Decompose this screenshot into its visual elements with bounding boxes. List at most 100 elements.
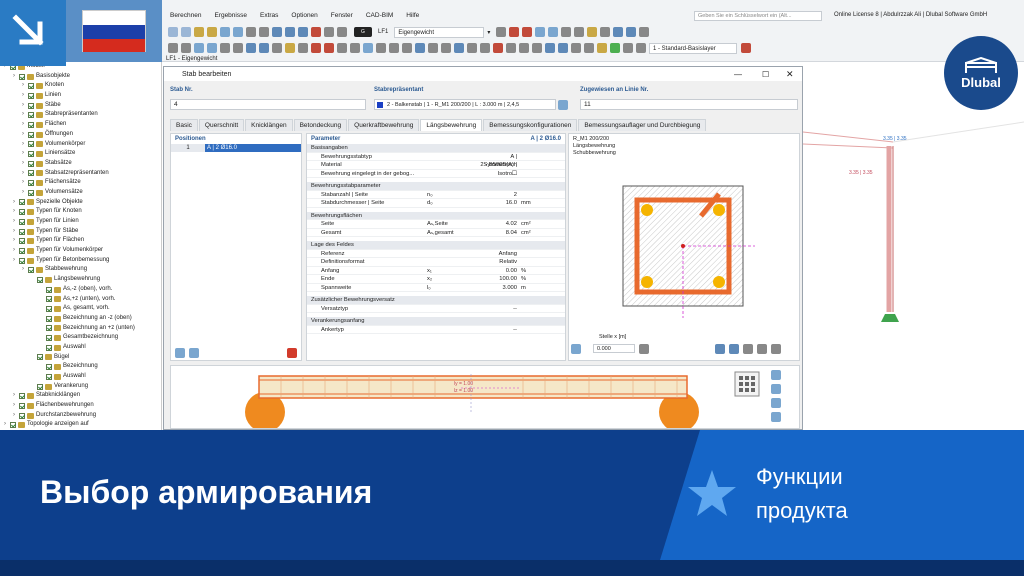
- tool-icon[interactable]: [181, 43, 191, 53]
- parameter-cell[interactable]: ☐: [477, 170, 521, 178]
- tool-icon[interactable]: [428, 43, 438, 53]
- tree-item[interactable]: › Flächensätze: [0, 178, 161, 188]
- tool-icon[interactable]: [207, 43, 217, 53]
- tab-querschnitt[interactable]: Querschnitt: [198, 119, 245, 131]
- tool-icon[interactable]: [522, 27, 533, 37]
- tool-icon[interactable]: [741, 43, 751, 53]
- parameter-cell[interactable]: 3.000: [477, 284, 521, 292]
- tool-icon[interactable]: [639, 27, 650, 37]
- parameter-cell[interactable]: 16.0: [477, 199, 521, 207]
- tree-item[interactable]: › Flächen: [0, 120, 161, 130]
- tool-icon[interactable]: [636, 43, 646, 53]
- chevron-down-icon[interactable]: ▾: [487, 29, 490, 36]
- checkbox[interactable]: [46, 315, 52, 322]
- tool-icon[interactable]: [350, 43, 360, 53]
- parameter-group[interactable]: Bewehrungsstabparameter: [307, 182, 565, 191]
- tool-icon[interactable]: [535, 27, 546, 37]
- tool-icon[interactable]: [519, 43, 529, 53]
- tool-icon[interactable]: [272, 43, 282, 53]
- checkbox[interactable]: [46, 364, 52, 371]
- checkbox[interactable]: [46, 373, 52, 380]
- checkbox[interactable]: [46, 296, 52, 303]
- preview-tool-icon[interactable]: [743, 344, 753, 354]
- parameter-cell[interactable]: 8.04: [477, 229, 521, 237]
- tool-icon[interactable]: [363, 43, 373, 53]
- parameter-row[interactable]: Material 2 - B500S(A) | Isotro...: [307, 161, 565, 177]
- tab-basic[interactable]: Basic: [170, 119, 198, 131]
- checkbox[interactable]: [28, 180, 34, 187]
- checkbox[interactable]: [28, 151, 34, 158]
- representant-field[interactable]: 2 - Balkenstab | 1 - R_M1 200/200 | L : …: [374, 99, 556, 110]
- close-icon[interactable]: ✕: [786, 69, 794, 80]
- tool-icon[interactable]: [600, 27, 611, 37]
- tool-icon[interactable]: [571, 43, 581, 53]
- copy-position-icon[interactable]: [189, 348, 199, 358]
- checkbox[interactable]: [28, 92, 34, 99]
- tool-icon[interactable]: [558, 43, 568, 53]
- tree-item[interactable]: As,-z (oben), vorh.: [0, 285, 161, 295]
- tool-icon[interactable]: [337, 27, 347, 37]
- tree-item[interactable]: › Öffnungen: [0, 130, 161, 140]
- delete-icon[interactable]: [311, 27, 321, 37]
- tool-icon[interactable]: [496, 27, 507, 37]
- display-icon[interactable]: [285, 27, 295, 37]
- tool-icon[interactable]: [587, 27, 598, 37]
- tree-item[interactable]: › Stabrepräsentanten: [0, 110, 161, 120]
- tool-icon[interactable]: [480, 43, 490, 53]
- tree-item[interactable]: Bezeichnung an +z (unten): [0, 324, 161, 334]
- tree-item[interactable]: › Typen für Betonbemessung: [0, 256, 161, 266]
- tool-icon[interactable]: [454, 43, 464, 53]
- checkbox[interactable]: [19, 393, 25, 400]
- parameter-cell[interactable]: --: [477, 305, 521, 313]
- checkbox[interactable]: [28, 267, 34, 274]
- checkbox[interactable]: [37, 383, 43, 390]
- parameter-group[interactable]: Basisangaben: [307, 144, 565, 153]
- parameter-cell[interactable]: A | Symmetrisch: [477, 153, 521, 169]
- parameter-cell[interactable]: 4.02: [477, 220, 521, 228]
- minimize-icon[interactable]: —: [734, 70, 742, 79]
- parameter-group[interactable]: Zusätzlicher Bewehrungsversatz: [307, 296, 565, 305]
- tool-icon[interactable]: [441, 43, 451, 53]
- tree-item[interactable]: Auswahl: [0, 343, 161, 353]
- checkbox[interactable]: [46, 335, 52, 342]
- preview-tool-icon[interactable]: [729, 344, 739, 354]
- section-icon[interactable]: [233, 27, 243, 37]
- tree-item[interactable]: › Volumensätze: [0, 188, 161, 198]
- tab-bemessungsauflager[interactable]: Bemessungsauflager und Durchbiegung: [578, 119, 707, 131]
- checkbox[interactable]: [19, 247, 25, 254]
- checkbox[interactable]: [37, 276, 43, 283]
- checkbox[interactable]: [28, 141, 34, 148]
- tool-icon[interactable]: [324, 43, 334, 53]
- add-position-icon[interactable]: [175, 348, 185, 358]
- search-input[interactable]: Geben Sie ein Schlüsselwort ein (Alt...: [694, 11, 822, 21]
- parameter-row[interactable]: Seite Aₛ,Seite 4.02 cm²: [307, 220, 565, 229]
- tool-icon[interactable]: [311, 43, 321, 53]
- preview-tool-icon[interactable]: [639, 344, 649, 354]
- checkbox[interactable]: [28, 189, 34, 196]
- tree-item[interactable]: Bezeichnung: [0, 362, 161, 372]
- view-icon[interactable]: [181, 27, 191, 37]
- tree-item[interactable]: Gesamtbezeichnung: [0, 333, 161, 343]
- tree-item[interactable]: › Volumenkörper: [0, 140, 161, 150]
- tab-bemessungskonfigurationen[interactable]: Bemessungskonfigurationen: [483, 119, 578, 131]
- parameter-group[interactable]: Verankerungsanfang: [307, 317, 565, 326]
- tree-item[interactable]: › Stabknicklängen: [0, 391, 161, 401]
- result-icon[interactable]: [207, 27, 217, 37]
- checkbox[interactable]: [28, 112, 34, 119]
- menu-item-hilfe[interactable]: Hilfe: [406, 12, 419, 22]
- checkbox[interactable]: [19, 412, 25, 419]
- tree-item[interactable]: › Typen für Linien: [0, 217, 161, 227]
- position-row[interactable]: 1 A | 2 Ø16.0: [171, 144, 301, 152]
- tree-item[interactable]: › Topologie anzeigen auf: [0, 420, 161, 430]
- menu-item-cad-bim[interactable]: CAD-BIM: [366, 12, 393, 22]
- tool-icon[interactable]: [246, 43, 256, 53]
- tool-icon[interactable]: [402, 43, 412, 53]
- tool-icon[interactable]: [246, 27, 256, 37]
- parameter-cell[interactable]: Anfang: [477, 250, 521, 258]
- parameter-group[interactable]: Lage des Feldes: [307, 241, 565, 250]
- tree-item[interactable]: As, gesamt, vorh.: [0, 304, 161, 314]
- tree-item[interactable]: › Durchstanzbewehrung: [0, 411, 161, 421]
- tool-icon[interactable]: [389, 43, 399, 53]
- tool-icon[interactable]: [233, 43, 243, 53]
- filter-icon[interactable]: [715, 344, 725, 354]
